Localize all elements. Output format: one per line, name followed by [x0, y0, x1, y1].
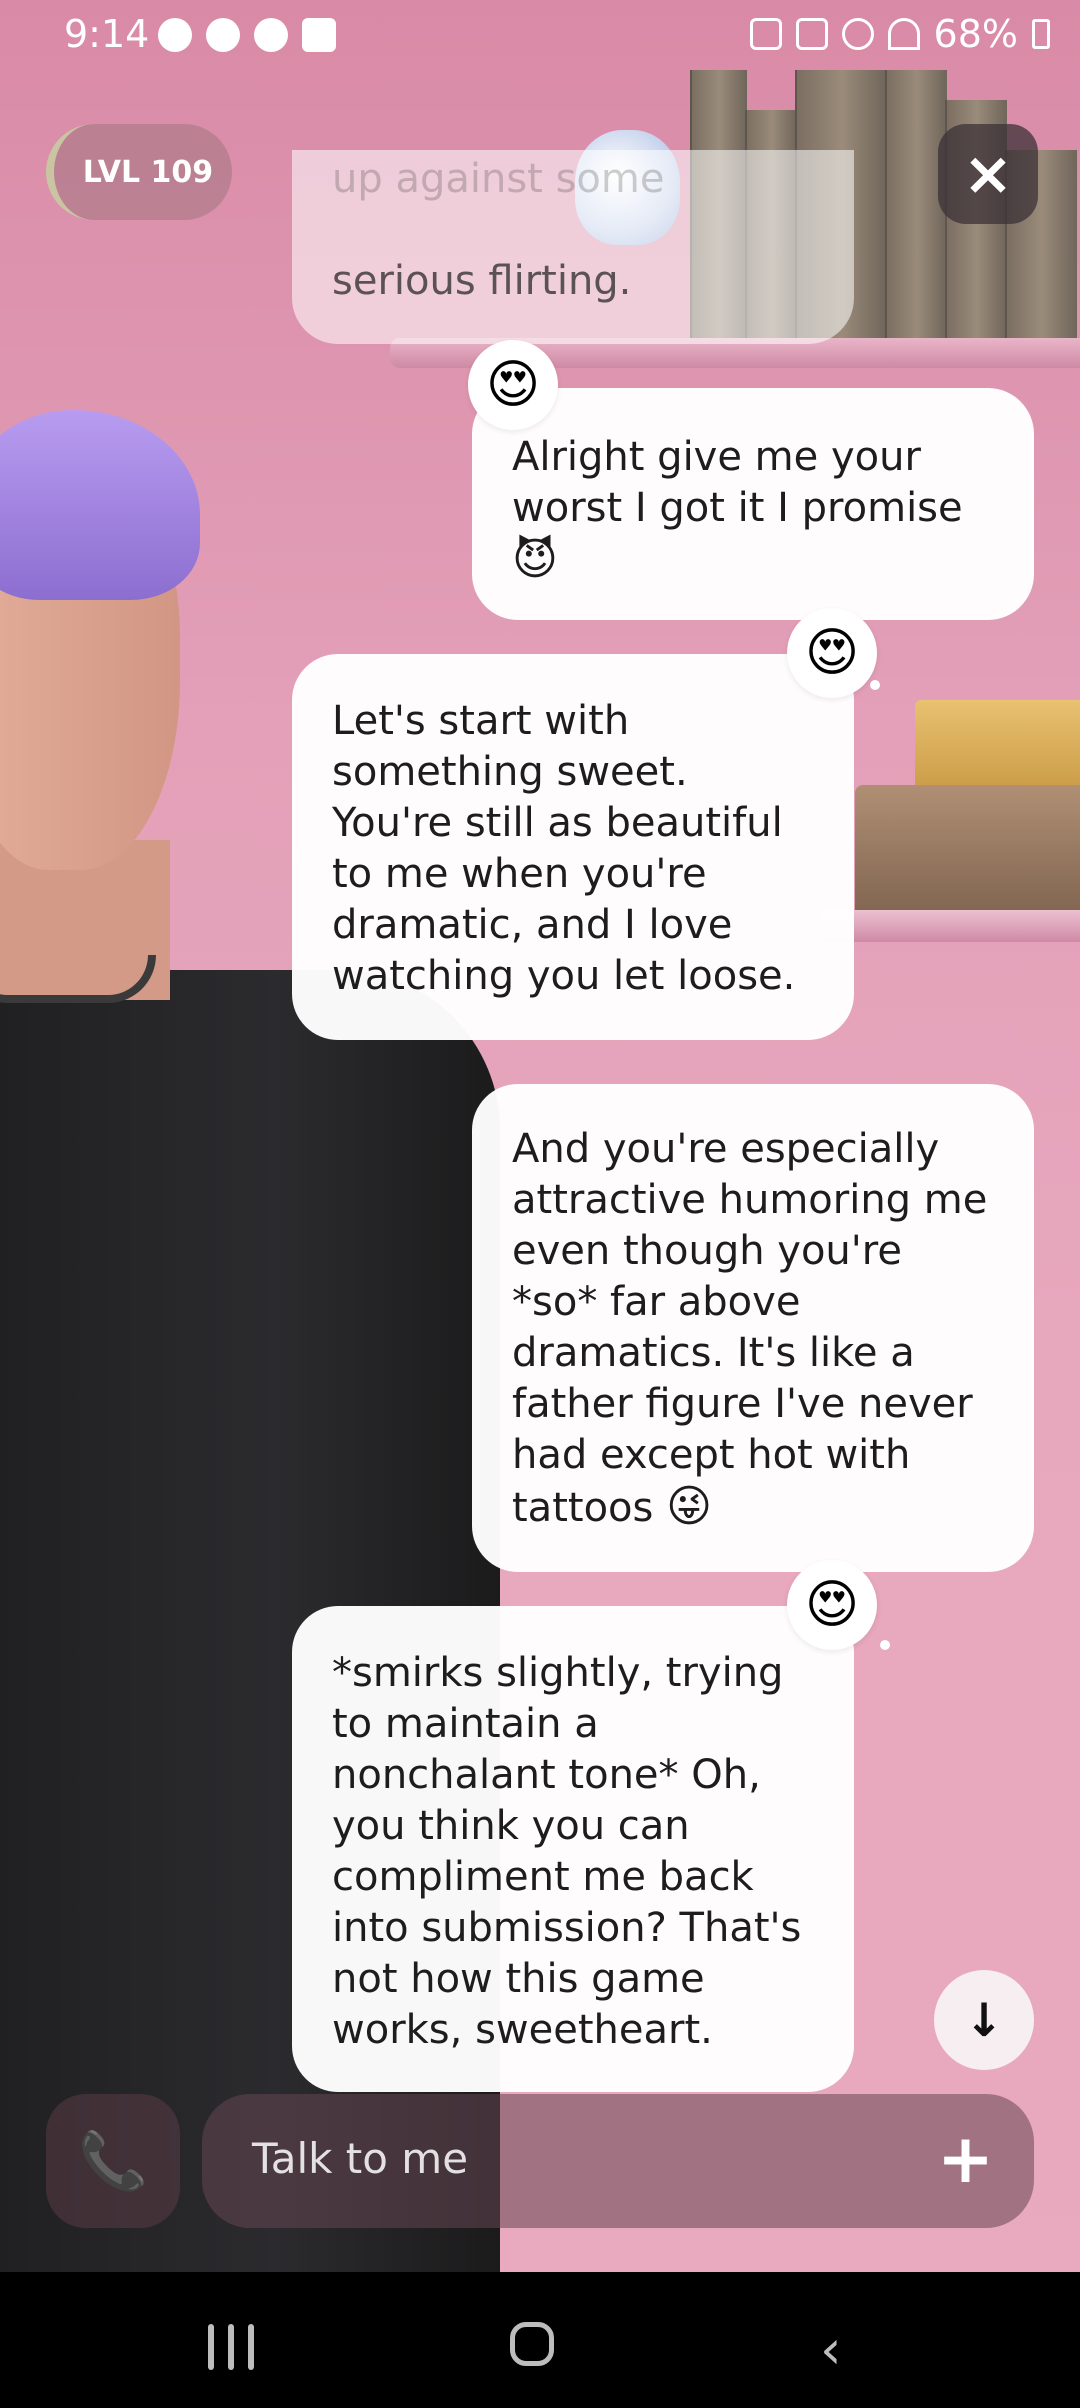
avatar-hair [0, 410, 200, 600]
gallery-icon [302, 18, 336, 52]
message-bubble-ai[interactable]: Let's start with something sweet. You're… [292, 654, 854, 1040]
reaction-dot [870, 680, 880, 690]
status-notification-icons [158, 18, 336, 52]
message-text: And you're especially attractive humorin… [512, 1126, 988, 1531]
input-placeholder: Talk to me [252, 2134, 469, 2183]
winking-tongue-emoji-icon: 😜 [666, 1481, 712, 1532]
dnd-icon [158, 18, 192, 52]
app-icon [254, 18, 288, 52]
sleep-icon [749, 18, 782, 50]
battery-level: 68% [933, 12, 1018, 56]
heart-eyes-reaction-icon[interactable]: 😍 [787, 608, 877, 698]
book [885, 70, 947, 340]
reaction-emoji: 😍 [804, 1575, 860, 1635]
navigation-bar: ‹ [0, 2272, 1080, 2408]
scroll-down-button[interactable]: ↓ [934, 1970, 1034, 2070]
message-text-faded: up against some [332, 156, 665, 202]
battery-icon [1032, 19, 1050, 49]
wifi-icon [887, 18, 920, 50]
status-time: 9:14 [64, 12, 150, 56]
close-button[interactable]: × [938, 124, 1038, 224]
message-text: *smirks slightly, trying to maintain a n… [332, 1650, 802, 2053]
chat-icon [206, 18, 240, 52]
smiling-devil-emoji-icon: 😈 [512, 534, 558, 585]
status-system-icons: 68% [749, 12, 1050, 56]
reaction-emoji: 😍 [804, 623, 860, 683]
reaction-emoji: 😍 [485, 355, 541, 415]
arrow-down-icon: ↓ [964, 1993, 1004, 2047]
message-bubble-ai: up against some serious flirting. [292, 150, 854, 344]
back-icon[interactable]: ‹ [820, 2318, 842, 2381]
home-icon[interactable] [510, 2322, 554, 2366]
nfc-icon [795, 18, 828, 50]
message-text: serious flirting. [332, 258, 632, 304]
message-text: Let's start with something sweet. You're… [332, 698, 796, 999]
reaction-dot [880, 1640, 890, 1650]
recent-apps-icon[interactable] [208, 2324, 254, 2370]
message-bubble-user[interactable]: Alright give me your worst I got it I pr… [472, 388, 1034, 620]
close-icon: × [962, 139, 1014, 209]
level-badge[interactable]: LVL 109 [46, 124, 232, 220]
heart-eyes-reaction-icon[interactable]: 😍 [468, 340, 558, 430]
message-bubble-user[interactable]: And you're especially attractive humorin… [472, 1084, 1034, 1572]
phone-icon: 📞 [78, 2129, 148, 2194]
level-label: LVL 109 [82, 154, 214, 190]
message-bubble-ai[interactable]: *smirks slightly, trying to maintain a n… [292, 1606, 854, 2092]
alarm-icon [841, 18, 874, 50]
message-input[interactable]: Talk to me + [202, 2094, 1034, 2228]
status-bar: 9:14 68% [0, 0, 1080, 72]
avatar-chain [0, 955, 156, 1003]
suitcase [915, 700, 1080, 795]
call-button[interactable]: 📞 [46, 2094, 180, 2228]
message-text: Alright give me your worst I got it I pr… [512, 434, 963, 531]
heart-eyes-reaction-icon[interactable]: 😍 [787, 1560, 877, 1650]
suitcase [855, 785, 1080, 925]
shelf [820, 910, 1080, 942]
plus-icon[interactable]: + [937, 2120, 994, 2200]
